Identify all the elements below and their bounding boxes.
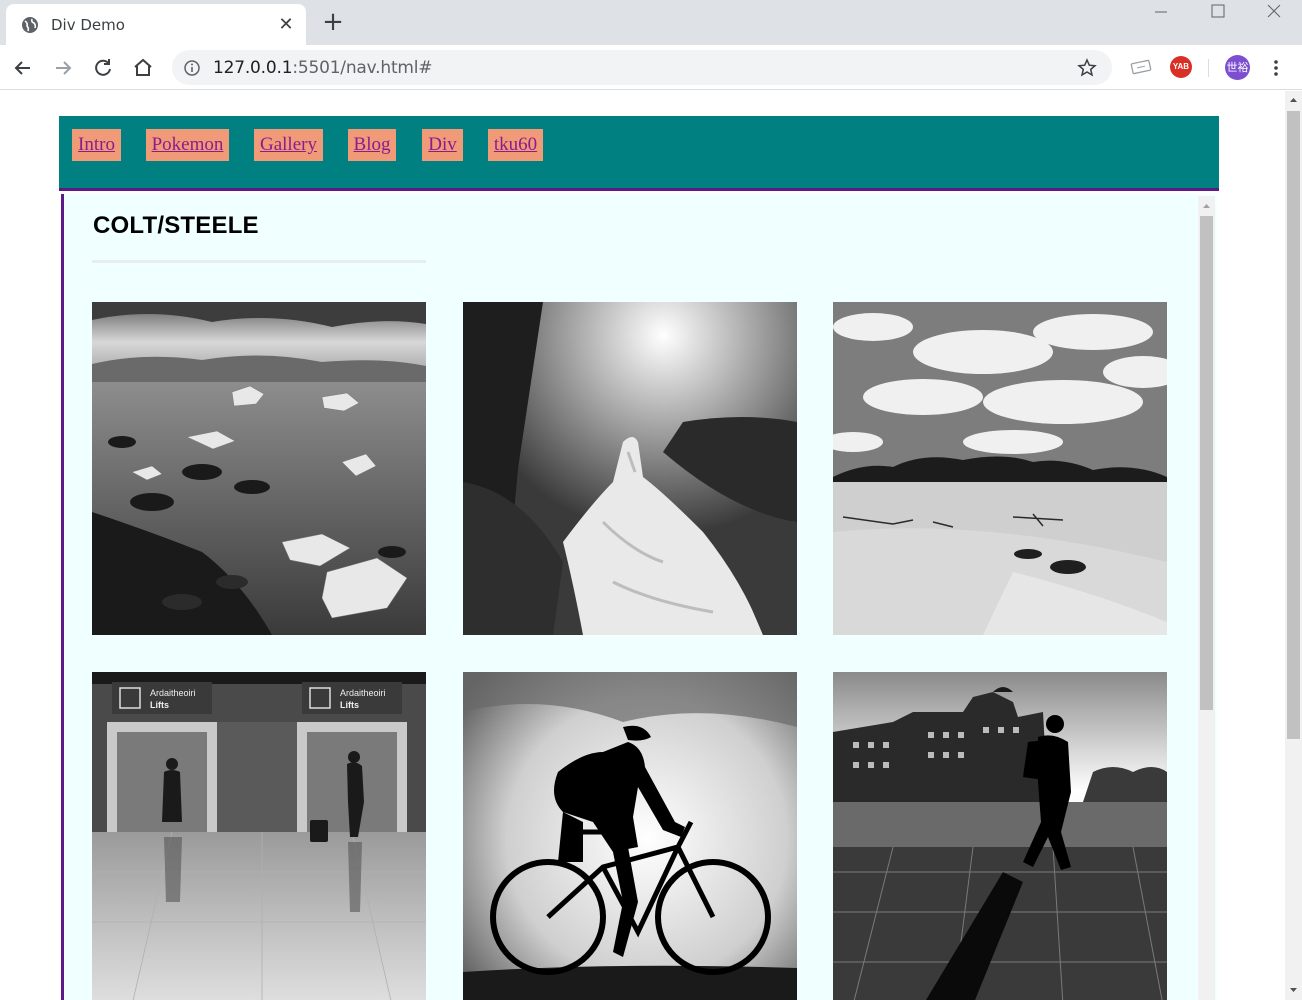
top-nav: Intro Pokemon Gallery Blog Div tku60 [59,116,1219,191]
page-scrollbar-thumb[interactable] [1287,111,1300,739]
content-panel: COLT/STEELE Ardaitheoiri Lifts Ardaitheo… [61,194,1217,1000]
url-text: 127.0.0.1:5501/nav.html# [213,58,433,78]
close-icon[interactable]: ✕ [276,14,296,34]
page-scroll-up-arrow-icon[interactable] [1285,93,1302,107]
gallery-photo-pedestrian[interactable] [833,672,1167,1000]
maximize-icon[interactable] [1190,0,1246,24]
content-scrollbar[interactable] [1198,196,1215,1000]
lift-sign-right: Ardaitheoiri [340,688,386,698]
gallery-photo-glacier[interactable] [92,302,426,635]
globe-icon [22,17,38,33]
gallery-photo-cyclist[interactable] [463,672,797,1000]
tab-title: Div Demo [51,16,125,34]
gallery-photo-desert[interactable] [833,302,1167,635]
scroll-up-arrow-icon[interactable] [1198,200,1215,212]
nav-link-gallery[interactable]: Gallery [254,129,323,161]
page-title: COLT/STEELE [93,212,259,239]
gallery-photo-airport[interactable]: Ardaitheoiri Lifts Ardaitheoiri Lifts [92,672,426,1000]
bookmark-star-icon[interactable] [1077,58,1097,78]
address-bar[interactable]: 127.0.0.1:5501/nav.html# [172,50,1112,85]
nav-link-blog[interactable]: Blog [348,129,396,161]
title-divider [92,260,426,263]
reload-icon[interactable] [90,55,116,81]
home-icon[interactable] [130,55,156,81]
nav-link-pokemon[interactable]: Pokemon [146,129,229,161]
lift-sign-left-sub: Lifts [150,700,169,710]
browser-toolbar: 127.0.0.1:5501/nav.html# YAB 世裕 [0,45,1302,90]
page-viewport: Intro Pokemon Gallery Blog Div tku60 COL… [0,91,1285,1000]
back-arrow-icon[interactable] [10,55,36,81]
info-icon[interactable] [183,59,201,77]
new-tab-button[interactable]: + [320,9,346,36]
nav-link-div[interactable]: Div [422,129,463,161]
yab-extension-icon[interactable]: YAB [1170,56,1192,78]
browser-tab[interactable]: Div Demo ✕ [6,4,306,45]
tab-strip: Div Demo ✕ + [0,0,1302,45]
nav-link-intro[interactable]: Intro [72,129,121,161]
toolbar-divider [1208,59,1209,77]
gallery-photo-waterfall[interactable] [463,302,797,635]
content-scrollbar-thumb[interactable] [1200,216,1213,710]
forward-arrow-icon[interactable] [50,55,76,81]
profile-avatar[interactable]: 世裕 [1225,55,1250,80]
lift-sign-left: Ardaitheoiri [150,688,196,698]
menu-kebab-icon[interactable] [1266,57,1286,79]
minimize-icon[interactable] [1133,0,1189,24]
ticket-extension-icon[interactable] [1130,56,1152,78]
lift-sign-right-sub: Lifts [340,700,359,710]
window-close-icon[interactable] [1246,0,1302,24]
nav-link-tku60[interactable]: tku60 [488,129,543,161]
page-scrollbar[interactable] [1285,91,1302,1000]
page-scroll-down-arrow-icon[interactable] [1285,983,1302,997]
